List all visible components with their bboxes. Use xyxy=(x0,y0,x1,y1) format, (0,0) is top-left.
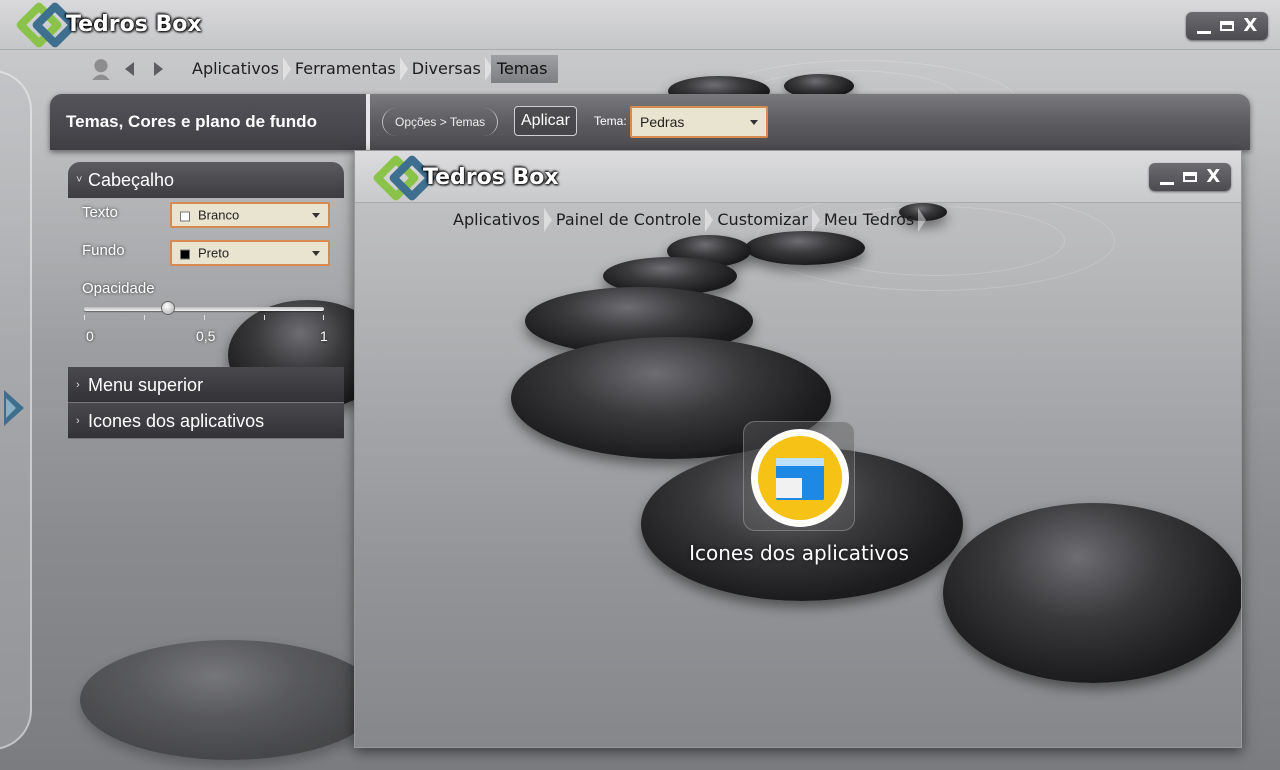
settings-title: Temas, Cores e plano de fundo xyxy=(66,112,317,131)
slider-thumb[interactable] xyxy=(161,301,175,315)
minimize-button[interactable] xyxy=(1196,18,1211,34)
theme-label: Tema: xyxy=(594,114,627,128)
breadcrumb: Opções > Temas xyxy=(382,108,499,136)
user-icon[interactable] xyxy=(90,57,112,81)
close-button: X xyxy=(1206,166,1221,187)
preview-nav: Aplicativos Painel de Controle Customiza… xyxy=(447,205,927,235)
opacity-slider[interactable] xyxy=(84,301,324,320)
section-label: Menu superior xyxy=(88,375,204,395)
app-tile-label: Icones dos aplicativos xyxy=(689,541,909,565)
section-icones-aplicativos[interactable]: › Icones dos aplicativos xyxy=(68,403,344,439)
back-arrow-icon[interactable] xyxy=(120,59,140,79)
preview-nav-item: Customizar xyxy=(711,206,820,234)
settings-toolbar: Temas, Cores e plano de fundo Opções > T… xyxy=(50,94,1250,150)
opacity-label: Opacidade xyxy=(82,280,155,297)
nav-item-aplicativos[interactable]: Aplicativos xyxy=(186,55,291,83)
app-title: Tedros Box xyxy=(66,12,202,37)
background-color-label: Fundo xyxy=(82,242,125,259)
theme-select[interactable]: Pedras xyxy=(630,106,768,138)
nav-item-ferramentas[interactable]: Ferramentas xyxy=(289,55,408,83)
app-window-icon xyxy=(751,429,849,527)
background-color-value: Preto xyxy=(198,245,230,261)
preview-title-bar: Tedros Box X xyxy=(355,151,1241,203)
nav-item-temas[interactable]: Temas xyxy=(490,55,558,83)
divider xyxy=(366,94,370,150)
text-color-select[interactable]: Branco xyxy=(170,202,330,228)
nav-item-diversas[interactable]: Diversas xyxy=(406,55,494,83)
section-label: Cabeçalho xyxy=(88,170,175,190)
chevron-right-icon: › xyxy=(76,415,80,427)
forward-arrow-icon[interactable] xyxy=(148,59,168,79)
chevron-down-icon xyxy=(312,213,320,218)
close-button[interactable]: X xyxy=(1239,16,1261,36)
preview-window-controls: X xyxy=(1149,163,1231,191)
apply-button[interactable]: Aplicar xyxy=(514,106,577,136)
expand-arrow-icon[interactable] xyxy=(4,390,24,426)
section-cabecalho[interactable]: ˅ Cabeçalho xyxy=(68,162,344,198)
preview-nav-item: Meu Tedros xyxy=(818,206,927,234)
theme-preview: Tedros Box X Aplicativos Painel de Contr… xyxy=(354,150,1242,748)
slider-mid-label: 0,5 xyxy=(196,328,216,344)
text-color-value: Branco xyxy=(198,207,240,223)
preview-app-title: Tedros Box xyxy=(423,165,559,190)
top-nav: Aplicativos Ferramentas Diversas Temas xyxy=(90,54,558,84)
minimize-button xyxy=(1159,169,1174,185)
title-bar: Tedros Box X xyxy=(0,0,1280,50)
maximize-button[interactable] xyxy=(1219,21,1234,31)
left-settings-panel: ˅ Cabeçalho Texto Branco Fundo Preto Opa… xyxy=(68,160,346,440)
chevron-right-icon: › xyxy=(76,379,80,391)
section-label: Icones dos aplicativos xyxy=(88,411,265,431)
maximize-button xyxy=(1182,172,1197,182)
slider-max-label: 1 xyxy=(320,328,328,344)
section-menu-superior[interactable]: › Menu superior xyxy=(68,367,344,403)
chevron-down-icon xyxy=(750,120,758,125)
theme-select-value: Pedras xyxy=(640,114,685,130)
chevron-down-icon: ˅ xyxy=(76,174,83,186)
color-swatch xyxy=(180,211,190,222)
settings-title-area: Temas, Cores e plano de fundo xyxy=(50,94,366,150)
color-swatch xyxy=(180,249,190,260)
preview-nav-item: Painel de Controle xyxy=(550,206,714,234)
preview-nav-item: Aplicativos xyxy=(447,206,552,234)
chevron-down-icon xyxy=(312,251,320,256)
background-color-select[interactable]: Preto xyxy=(170,240,330,266)
app-tile[interactable] xyxy=(743,421,855,531)
slider-min-label: 0 xyxy=(86,328,94,344)
text-color-label: Texto xyxy=(82,204,118,221)
window-controls: X xyxy=(1186,12,1268,40)
